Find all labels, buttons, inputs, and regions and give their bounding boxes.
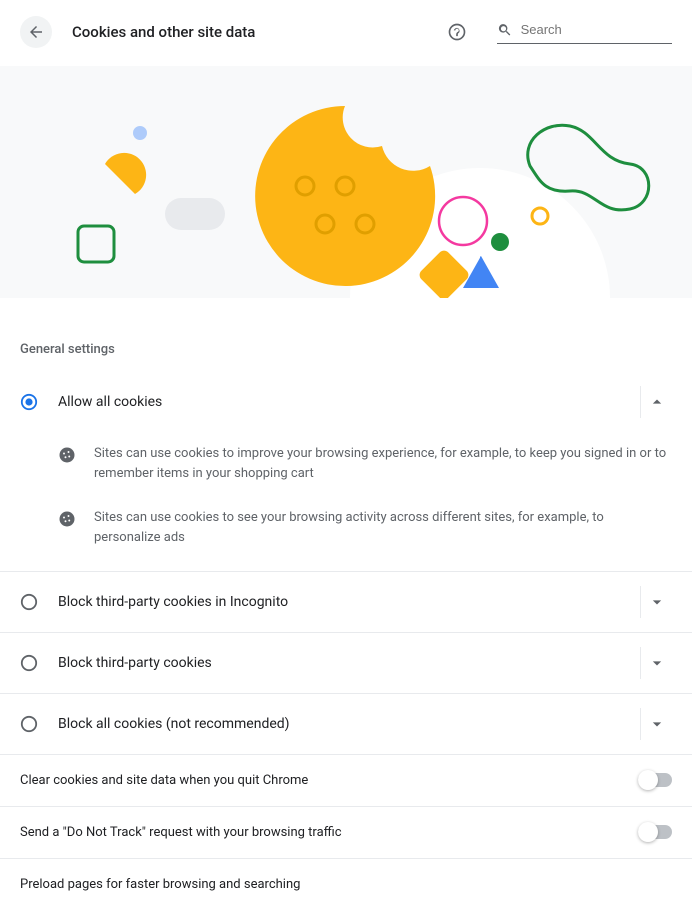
arrow-left-icon — [27, 23, 45, 41]
toggle-label: Send a "Do Not Track" request with your … — [20, 825, 618, 840]
chevron-down-icon — [647, 653, 667, 673]
back-button[interactable] — [20, 16, 52, 48]
collapse-button[interactable] — [640, 386, 672, 418]
toggle-row-do-not-track: Send a "Do Not Track" request with your … — [0, 806, 692, 858]
decorative-shapes-icon — [0, 66, 692, 298]
option-label: Allow all cookies — [58, 394, 610, 410]
option-label: Block all cookies (not recommended) — [58, 716, 610, 732]
illustration-banner — [0, 66, 692, 298]
cookie-icon — [58, 510, 76, 528]
radio-icon — [20, 593, 38, 611]
radio-icon — [20, 715, 38, 733]
search-icon — [497, 21, 513, 39]
toggle-clear-on-quit[interactable] — [638, 773, 672, 787]
option-description: Sites can use cookies to see your browsi… — [94, 508, 672, 548]
expand-button[interactable] — [640, 586, 672, 618]
toggle-label: Clear cookies and site data when you qui… — [20, 773, 618, 788]
option-label: Block third-party cookies — [58, 655, 610, 671]
radio-option-block-tp-incognito[interactable]: Block third-party cookies in Incognito — [0, 571, 692, 632]
option-description-row: Sites can use cookies to improve your br… — [0, 432, 692, 496]
toggle-do-not-track[interactable] — [638, 825, 672, 839]
option-label: Block third-party cookies in Incognito — [58, 594, 610, 610]
option-description: Sites can use cookies to improve your br… — [94, 444, 672, 484]
cookie-icon — [58, 446, 76, 464]
chevron-down-icon — [647, 714, 667, 734]
radio-icon — [20, 654, 38, 672]
radio-option-block-all[interactable]: Block all cookies (not recommended) — [0, 693, 692, 754]
search-input[interactable] — [521, 22, 672, 37]
chevron-up-icon — [647, 392, 667, 412]
search-field[interactable] — [497, 21, 672, 44]
radio-option-allow-all[interactable]: Allow all cookies — [0, 371, 692, 432]
expand-button[interactable] — [640, 647, 672, 679]
page-title: Cookies and other site data — [72, 23, 255, 41]
help-button[interactable] — [447, 22, 467, 42]
option-description-row: Sites can use cookies to see your browsi… — [0, 496, 692, 560]
radio-option-block-tp[interactable]: Block third-party cookies — [0, 632, 692, 693]
help-icon — [447, 22, 467, 42]
radio-icon — [20, 393, 38, 411]
section-heading-general: General settings — [20, 342, 672, 357]
expand-button[interactable] — [640, 708, 672, 740]
chevron-down-icon — [647, 592, 667, 612]
toggle-row-clear-on-quit: Clear cookies and site data when you qui… — [0, 754, 692, 806]
toggle-label: Preload pages for faster browsing and se… — [20, 877, 672, 892]
toggle-row-preload: Preload pages for faster browsing and se… — [0, 858, 692, 910]
